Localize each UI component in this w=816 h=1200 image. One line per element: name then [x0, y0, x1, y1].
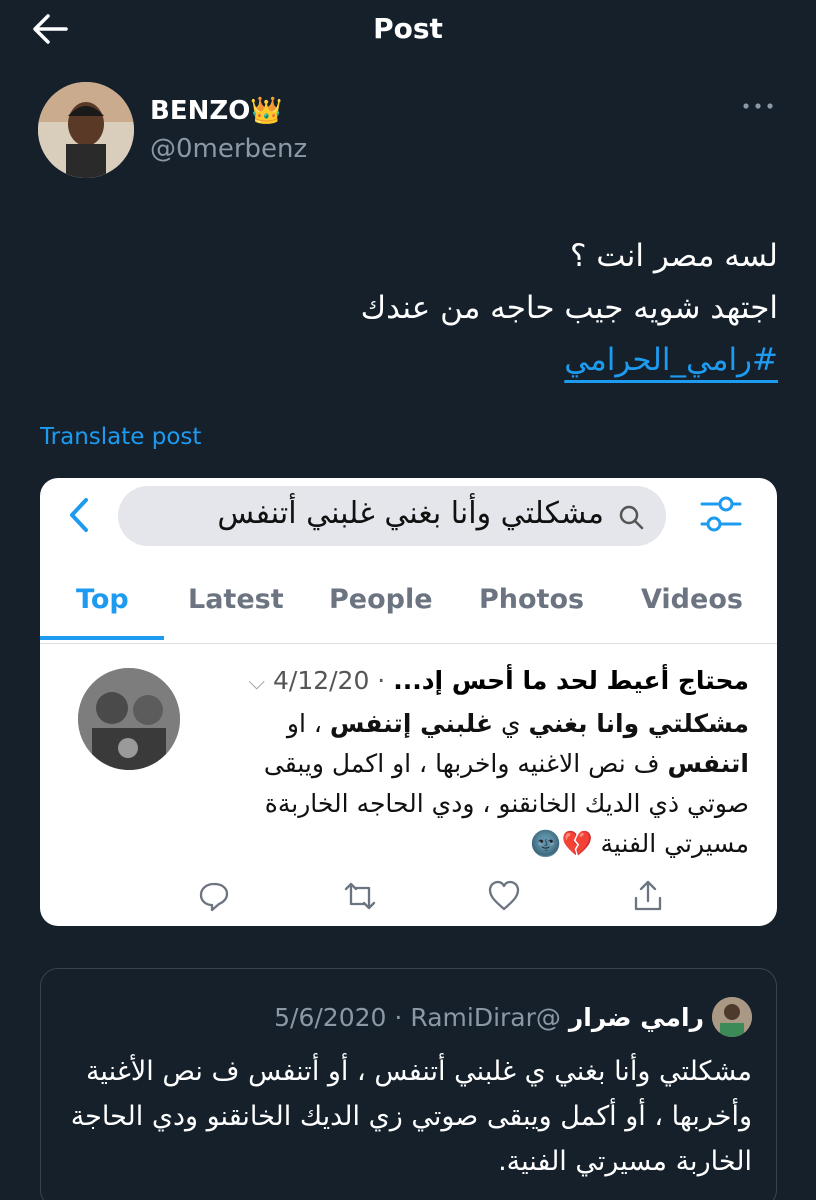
quoted-post-body: مشكلتي وأنا بغني ي غلبني أتنفس ، أو أتنف… [70, 1056, 752, 1177]
author-handle[interactable]: @0merbenz [150, 134, 307, 164]
attached-image[interactable]: مشكلتي وأنا بغني غلبني أتنفس Top Latest … [40, 478, 777, 926]
more-options-icon[interactable] [738, 96, 778, 116]
tweet-text: لسه مصر انت ؟ اجتهد شويه جيب حاجه من عند… [58, 230, 778, 386]
quoted-post-header: رامي ضرار @RamiDirar · 5/6/2020 [274, 997, 752, 1037]
quoted-post[interactable]: رامي ضرار @RamiDirar · 5/6/2020 مشكلتي و… [40, 968, 777, 1200]
hashtag-link[interactable]: #رامي_الحرامي [564, 342, 778, 378]
quoted-avatar [712, 997, 752, 1037]
share-icon [634, 880, 662, 911]
tab-videos: Videos [641, 584, 743, 615]
result-body: مشكلتي وانا بغني ي غلبني إتنفس ، او اتنف… [263, 709, 749, 858]
quoted-author-name: رامي ضرار [568, 1002, 704, 1032]
result-actions [40, 878, 777, 918]
tab-people: People [329, 584, 433, 615]
tweet-line-2: اجتهد شويه جيب حاجه من عندك [360, 290, 778, 326]
result-meta: محتاج أعيط لحد ما أحس إد... · 4/12/20 ⌵ [248, 666, 749, 695]
tab-latest: Latest [188, 584, 284, 615]
filter-icon [700, 496, 742, 532]
author-display-name[interactable]: BENZO👑 [150, 96, 283, 126]
chevron-down-icon: ⌵ [248, 670, 266, 695]
avatar[interactable] [38, 82, 134, 178]
tweet-line-1: لسه مصر انت ؟ [569, 238, 778, 274]
reply-icon [199, 882, 229, 912]
retweet-icon [344, 882, 376, 910]
search-icon [619, 505, 644, 530]
quoted-post-date: 5/6/2020 [274, 1002, 387, 1032]
author-row: BENZO👑 @0merbenz [38, 82, 778, 178]
result-author-name: محتاج أعيط لحد ما أحس إد... [393, 666, 749, 695]
search-tabs: Top Latest People Photos Videos [40, 574, 777, 644]
search-bar: مشكلتي وأنا بغني غلبني أتنفس [118, 486, 666, 546]
quoted-author-handle: @RamiDirar [410, 1002, 561, 1032]
translate-post-link[interactable]: Translate post [40, 424, 201, 450]
like-icon [488, 880, 520, 911]
page-title: Post [373, 12, 443, 45]
active-tab-indicator [40, 636, 164, 640]
result-date: 4/12/20 [272, 666, 370, 695]
tab-photos: Photos [479, 584, 585, 615]
tab-top: Top [76, 584, 129, 615]
result-avatar [78, 668, 180, 770]
chevron-left-icon [70, 498, 88, 532]
top-bar: Post [0, 0, 816, 56]
search-query: مشكلتي وأنا بغني غلبني أتنفس [217, 496, 604, 531]
